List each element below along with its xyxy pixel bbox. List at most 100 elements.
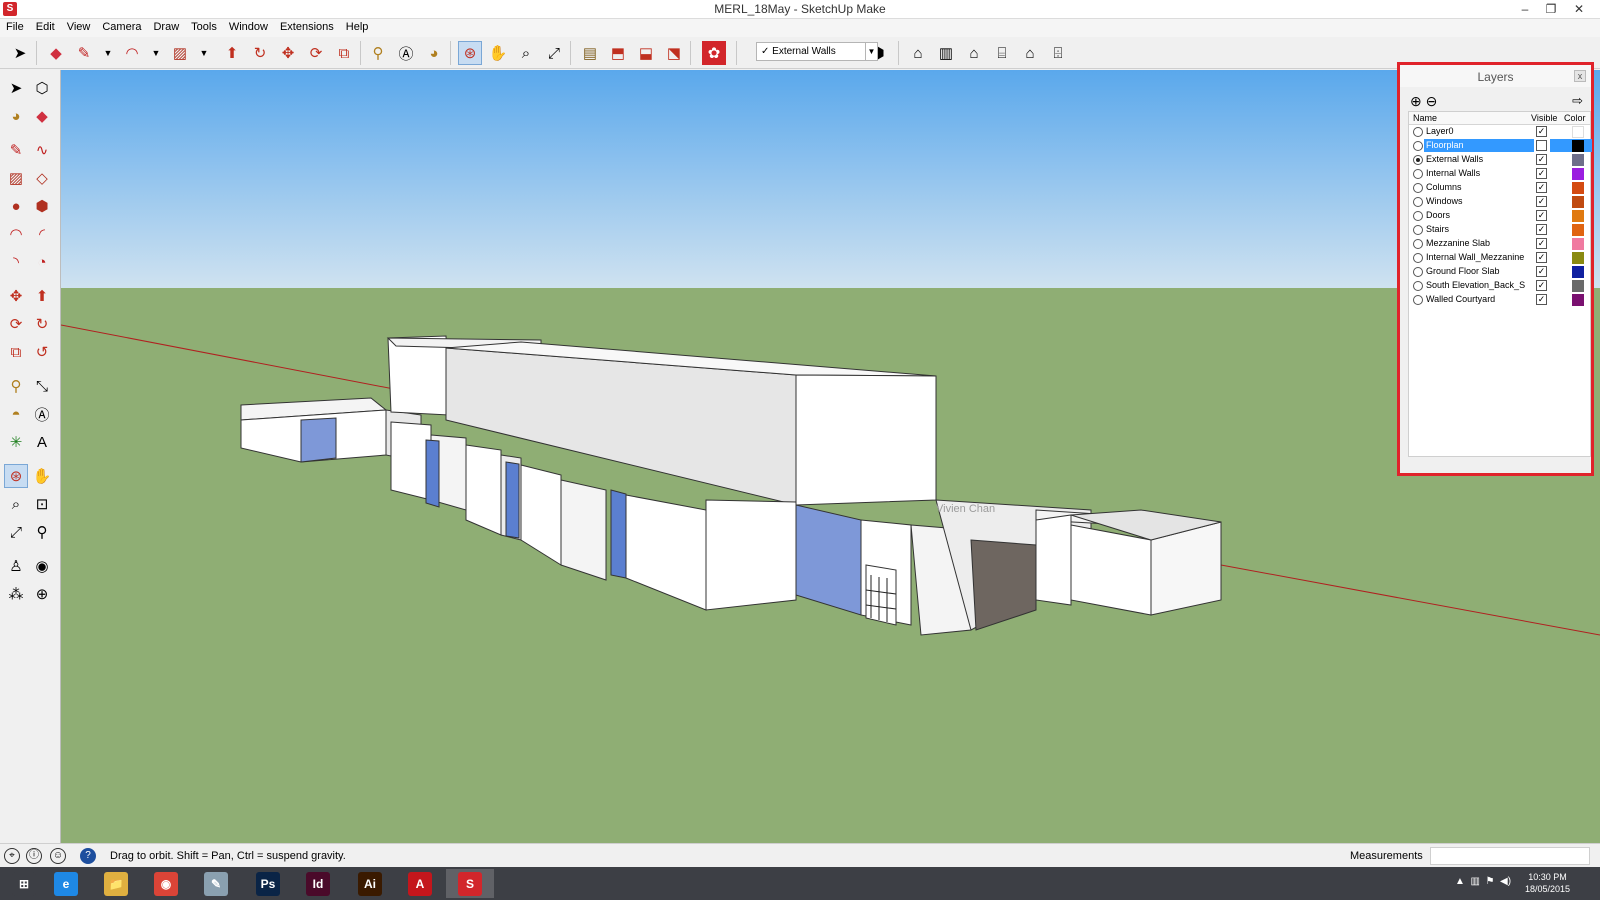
pie-icon[interactable]: ◔ [30, 250, 54, 274]
viewport-canvas[interactable]: Vivien Chan [61, 70, 1600, 843]
layer-color-swatch[interactable] [1572, 280, 1584, 292]
visible-checkbox[interactable]: ✓ [1536, 168, 1547, 179]
visible-checkbox[interactable]: ✓ [1536, 224, 1547, 235]
layer-color-swatch[interactable] [1572, 294, 1584, 306]
orbit-tool-icon[interactable]: ⊛ [458, 41, 482, 65]
geolocation-icon[interactable]: ⌖ [4, 848, 20, 864]
two-point-arc-icon[interactable]: ◜ [30, 222, 54, 246]
layer-name[interactable]: External Walls [1424, 153, 1534, 166]
user-icon[interactable]: ☺ [50, 848, 66, 864]
taskbar-app-indesign[interactable]: Id [294, 869, 342, 898]
active-layer-radio[interactable] [1413, 127, 1423, 137]
select-icon[interactable]: ➤ [4, 76, 28, 100]
active-layer-radio[interactable] [1413, 225, 1423, 235]
menu-tools[interactable]: Tools [185, 19, 223, 33]
iso-view-icon[interactable]: ⌂ [906, 41, 930, 65]
model-viewport[interactable]: Vivien Chan [61, 70, 1600, 843]
share-model-icon[interactable]: ⬒ [606, 41, 630, 65]
zoom-icon[interactable]: ⌕ [4, 492, 28, 516]
left-view-icon[interactable]: ⌹ [1046, 41, 1070, 65]
active-layer-radio[interactable] [1413, 267, 1423, 277]
network-icon[interactable]: ▥ [1470, 876, 1479, 887]
arc-dropdown-icon[interactable]: ▼ [144, 41, 168, 65]
share-component-icon[interactable]: ⬓ [634, 41, 658, 65]
menu-view[interactable]: View [61, 19, 97, 33]
layer-row[interactable]: Internal Walls ✓ [1409, 167, 1590, 181]
circle-icon[interactable]: ● [4, 194, 28, 218]
rotated-rectangle-icon[interactable]: ◇ [30, 166, 54, 190]
scale-icon[interactable]: ⧉ [4, 340, 28, 364]
previous-view-icon[interactable]: ⚲ [30, 520, 54, 544]
menu-file[interactable]: File [0, 19, 30, 33]
position-camera-icon[interactable]: ♙ [4, 554, 28, 578]
look-around-icon[interactable]: ◉ [30, 554, 54, 578]
taskbar-app-sketchup[interactable]: S [446, 869, 494, 898]
pan-tool-icon[interactable]: ✋ [486, 41, 510, 65]
follow-me-icon[interactable]: ↻ [30, 312, 54, 336]
warehouse-icon[interactable]: ▤ [578, 41, 602, 65]
extension-manager-icon[interactable]: ✿ [702, 41, 726, 65]
layer-color-swatch[interactable] [1572, 182, 1584, 194]
line-tool-icon[interactable]: ✎ [72, 41, 96, 65]
restore-button[interactable]: ❐ [1538, 0, 1564, 18]
taskbar-app-start[interactable]: ⊞ [0, 869, 48, 898]
layer-row[interactable]: South Elevation_Back_S ✓ [1409, 279, 1590, 293]
zoom-tool-icon[interactable]: ⌕ [514, 41, 538, 65]
section-plane-icon[interactable]: ⊕ [30, 582, 54, 606]
active-layer-radio[interactable] [1413, 169, 1423, 179]
rotate-tool-icon[interactable]: ⟳ [304, 41, 328, 65]
3d-text-icon[interactable]: A [30, 430, 54, 454]
active-layer-radio[interactable] [1413, 295, 1423, 305]
help-icon[interactable]: ? [80, 848, 96, 864]
visible-checkbox[interactable]: ✓ [1536, 252, 1547, 263]
layer-row[interactable]: Columns ✓ [1409, 181, 1590, 195]
layer-name[interactable]: Internal Walls [1424, 167, 1534, 180]
layer-name[interactable]: Mezzanine Slab [1424, 237, 1534, 250]
rectangle-tool-icon[interactable]: ▨ [168, 41, 192, 65]
minimize-button[interactable]: – [1512, 0, 1538, 18]
tape-measure-icon[interactable]: ⚲ [4, 374, 28, 398]
layer-row[interactable]: Doors ✓ [1409, 209, 1590, 223]
push-pull-icon[interactable]: ⬆ [30, 284, 54, 308]
layer-row[interactable]: Ground Floor Slab ✓ [1409, 265, 1590, 279]
close-button[interactable]: ✕ [1566, 0, 1592, 18]
remove-layer-icon[interactable]: ⊖ [1426, 93, 1438, 109]
visible-checkbox[interactable]: ✓ [1536, 266, 1547, 277]
active-layer-radio[interactable] [1413, 141, 1423, 151]
tape-measure-tool-icon[interactable]: ⚲ [366, 41, 390, 65]
menu-camera[interactable]: Camera [96, 19, 147, 33]
layer-row[interactable]: Walled Courtyard ✓ [1409, 293, 1590, 307]
protractor-icon[interactable]: ◓ [4, 402, 28, 426]
eraser-icon[interactable]: ◆ [30, 104, 54, 128]
follow-me-tool-icon[interactable]: ↻ [248, 41, 272, 65]
flag-icon[interactable]: ⚑ [1485, 876, 1494, 887]
layer-name[interactable]: Walled Courtyard [1424, 293, 1534, 306]
orbit-icon[interactable]: ⊛ [4, 464, 28, 488]
layer-color-swatch[interactable] [1572, 126, 1584, 138]
details-menu-icon[interactable]: ⇨ [1572, 93, 1583, 109]
front-view-icon[interactable]: ⌂ [962, 41, 986, 65]
top-view-icon[interactable]: ▥ [934, 41, 958, 65]
layer-color-swatch[interactable] [1572, 140, 1584, 152]
zoom-extents-icon[interactable]: ⤢ [4, 520, 28, 544]
taskbar-clock[interactable]: 10:30 PM 18/05/2015 [1525, 871, 1570, 895]
rotate-icon[interactable]: ⟳ [4, 312, 28, 336]
select-tool-icon[interactable]: ➤ [8, 41, 32, 65]
scale-tool-icon[interactable]: ⧉ [332, 41, 356, 65]
arc-icon[interactable]: ◠ [4, 222, 28, 246]
layer-name[interactable]: Floorplan [1424, 139, 1534, 152]
axes-icon[interactable]: ✳ [4, 430, 28, 454]
move-icon[interactable]: ✥ [4, 284, 28, 308]
active-layer-radio[interactable] [1413, 155, 1423, 165]
menu-edit[interactable]: Edit [30, 19, 61, 33]
taskbar-app-photoshop[interactable]: Ps [244, 869, 292, 898]
visible-checkbox[interactable]: ✓ [1536, 280, 1547, 291]
taskbar-app-file-explorer[interactable]: 📁 [92, 869, 140, 898]
make-component-icon[interactable]: ⬡ [30, 76, 54, 100]
layer-name[interactable]: Doors [1424, 209, 1534, 222]
taskbar-app-acrobat[interactable]: A [396, 869, 444, 898]
layer-color-swatch[interactable] [1572, 252, 1584, 264]
layer-name[interactable]: Layer0 [1424, 125, 1534, 138]
paint-bucket-tool-icon[interactable]: ◕ [422, 41, 446, 65]
current-layer-dropdown[interactable]: ✓ External Walls ▼ [756, 42, 878, 61]
